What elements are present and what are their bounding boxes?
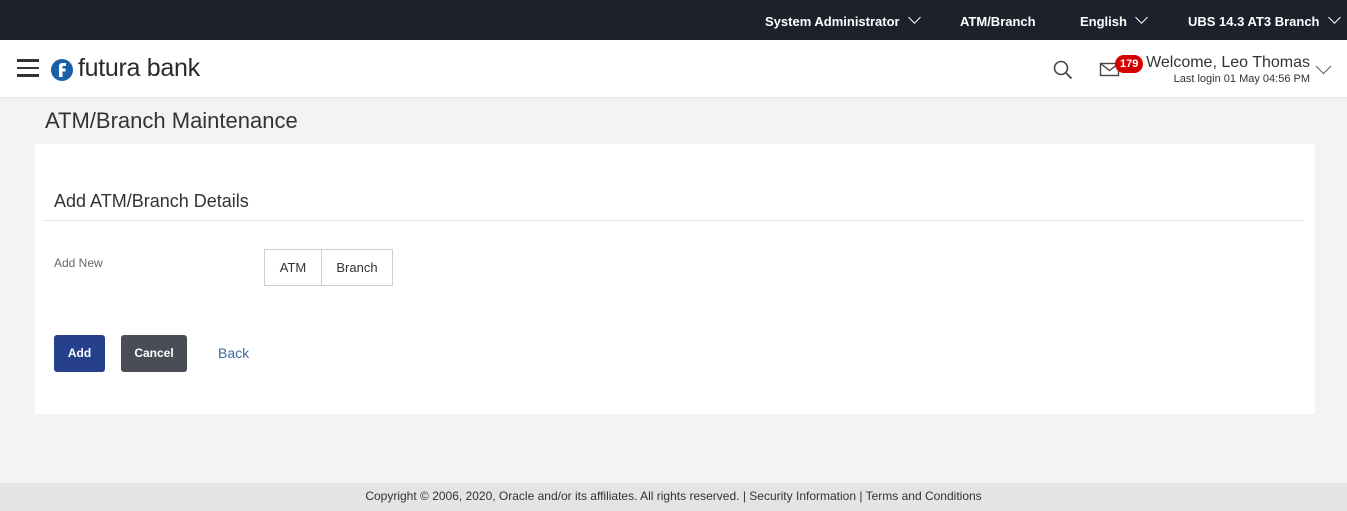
chevron-down-icon (1327, 11, 1341, 24)
chevron-down-icon[interactable] (1315, 58, 1332, 75)
branch-option-button[interactable]: Branch (321, 249, 393, 286)
language-dropdown[interactable]: English (1080, 0, 1148, 40)
app-header: futura bank 179 Welcome, Leo Thomas Last… (0, 40, 1347, 98)
section-divider (44, 220, 1304, 221)
language-label: English (1080, 14, 1127, 29)
page-title: ATM/Branch Maintenance (45, 108, 298, 133)
form-card: Add ATM/Branch Details Add New ATM Branc… (35, 144, 1315, 414)
search-icon[interactable] (1052, 59, 1074, 81)
section-title: Add ATM/Branch Details (54, 191, 249, 211)
welcome-text: Welcome, Leo Thomas (1146, 54, 1310, 71)
futura-bank-logo-icon (51, 59, 73, 81)
chevron-down-icon (1135, 11, 1148, 24)
entity-dropdown[interactable]: UBS 14.3 AT3 Branch (1188, 0, 1341, 40)
atm-option-button[interactable]: ATM (264, 249, 322, 286)
back-link[interactable]: Back (218, 345, 249, 361)
brand-name: futura bank (78, 54, 200, 82)
last-login-text: Last login 01 May 04:56 PM (1173, 73, 1310, 85)
terms-and-conditions-link[interactable]: Terms and Conditions (866, 489, 982, 503)
footer-separator: | (742, 489, 746, 503)
copyright-text: Copyright © 2006, 2020, Oracle and/or it… (365, 489, 740, 503)
hamburger-menu-icon[interactable] (17, 59, 39, 77)
role-dropdown[interactable]: System Administrator (765, 0, 921, 40)
entity-label: UBS 14.3 AT3 Branch (1188, 14, 1320, 29)
add-new-label: Add New (54, 256, 103, 270)
footer-separator: | (859, 489, 863, 503)
atm-branch-label: ATM/Branch (960, 14, 1036, 29)
atm-branch-link[interactable]: ATM/Branch (960, 0, 1036, 40)
add-button[interactable]: Add (54, 335, 105, 372)
role-label: System Administrator (765, 14, 900, 29)
chevron-down-icon (907, 11, 921, 24)
footer: Copyright © 2006, 2020, Oracle and/or it… (0, 483, 1347, 511)
security-information-link[interactable]: Security Information (749, 489, 856, 503)
cancel-button[interactable]: Cancel (121, 335, 187, 372)
top-bar: System Administrator ATM/Branch English … (0, 0, 1347, 40)
